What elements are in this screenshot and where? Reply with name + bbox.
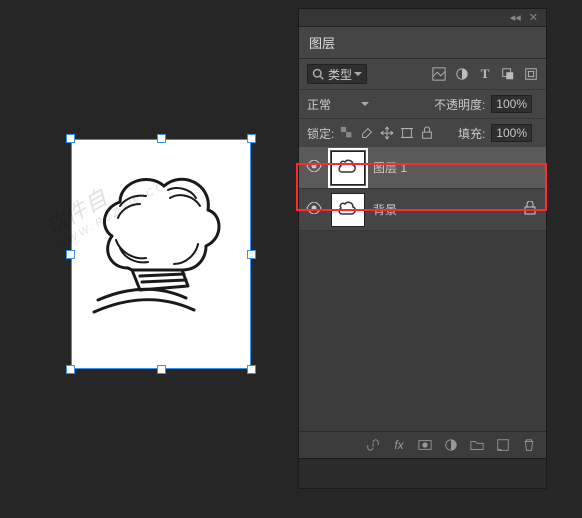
collapse-left-icon: ◂◂: [510, 11, 521, 24]
panel-dock-stub: [299, 458, 546, 488]
visibility-toggle[interactable]: [305, 202, 323, 217]
eye-icon: [306, 202, 322, 214]
group-icon[interactable]: [470, 438, 484, 452]
filter-pixel-icon[interactable]: [432, 67, 446, 81]
layers-list: 图层 1 背景: [299, 147, 546, 431]
search-icon: [312, 68, 324, 80]
fx-icon[interactable]: fx: [392, 438, 406, 452]
layers-panel: ◂◂ ✕ 图层 类型 T 正常 不透明度: 100% 锁定: 填充: 100%: [298, 8, 547, 489]
artwork-chef-hat: [90, 158, 230, 323]
thumb-art-icon: [336, 156, 360, 180]
opacity-value: 100%: [496, 97, 527, 111]
new-layer-icon[interactable]: [496, 438, 510, 452]
filter-adjustment-icon[interactable]: [455, 67, 469, 81]
filter-type-icon[interactable]: T: [478, 67, 492, 81]
layer-row[interactable]: 背景: [299, 189, 546, 231]
layer-thumbnail[interactable]: [331, 193, 365, 227]
layer-name[interactable]: 图层 1: [373, 159, 407, 176]
chevron-down-icon: [354, 72, 362, 76]
filter-shape-icon[interactable]: [501, 67, 515, 81]
layer-filter-kind[interactable]: 类型: [307, 64, 367, 84]
lock-artboard-icon[interactable]: [400, 126, 414, 140]
lock-pixels-icon[interactable]: [360, 126, 374, 140]
panel-footer: fx: [299, 431, 546, 458]
eye-icon: [306, 160, 322, 172]
transform-handle-rc[interactable]: [247, 250, 256, 259]
lock-icon[interactable]: [524, 201, 536, 218]
thumb-art-icon: [336, 198, 360, 222]
canvas-transform-box[interactable]: [71, 139, 251, 369]
blend-mode-value: 正常: [307, 96, 331, 113]
filter-row: 类型 T: [299, 59, 546, 90]
mask-icon[interactable]: [418, 438, 432, 452]
layer-name[interactable]: 背景: [373, 201, 397, 218]
trash-icon[interactable]: [522, 438, 536, 452]
opacity-label: 不透明度:: [434, 96, 485, 113]
filter-kind-label: 类型: [328, 66, 352, 83]
visibility-toggle[interactable]: [305, 160, 323, 175]
transform-handle-br[interactable]: [247, 365, 256, 374]
fill-value: 100%: [496, 126, 527, 140]
layers-empty-area: [299, 231, 546, 431]
adjustment-layer-icon[interactable]: [444, 438, 458, 452]
lock-transparent-icon[interactable]: [340, 126, 354, 140]
transform-handle-bc[interactable]: [157, 365, 166, 374]
panel-collapse-bar[interactable]: ◂◂ ✕: [299, 9, 546, 27]
transform-handle-tr[interactable]: [247, 134, 256, 143]
transform-handle-tc[interactable]: [157, 134, 166, 143]
transform-handle-bl[interactable]: [66, 365, 75, 374]
blend-opacity-row: 正常 不透明度: 100%: [299, 90, 546, 119]
panel-title: 图层: [299, 27, 546, 59]
artboard: [71, 139, 251, 369]
opacity-input[interactable]: 100%: [491, 95, 532, 113]
transform-handle-tl[interactable]: [66, 134, 75, 143]
blend-mode-dropdown[interactable]: 正常: [307, 96, 369, 113]
close-icon: ✕: [529, 11, 538, 24]
chevron-down-icon: [361, 102, 369, 106]
lock-position-icon[interactable]: [380, 126, 394, 140]
fill-label: 填充:: [458, 125, 485, 142]
layer-row[interactable]: 图层 1: [299, 147, 546, 189]
transform-handle-lc[interactable]: [66, 250, 75, 259]
lock-all-icon[interactable]: [420, 126, 434, 140]
lock-label: 锁定:: [307, 125, 334, 142]
fill-input[interactable]: 100%: [491, 124, 532, 142]
filter-smartobject-icon[interactable]: [524, 67, 538, 81]
link-layers-icon[interactable]: [366, 438, 380, 452]
lock-fill-row: 锁定: 填充: 100%: [299, 119, 546, 147]
layer-thumbnail[interactable]: [331, 151, 365, 185]
